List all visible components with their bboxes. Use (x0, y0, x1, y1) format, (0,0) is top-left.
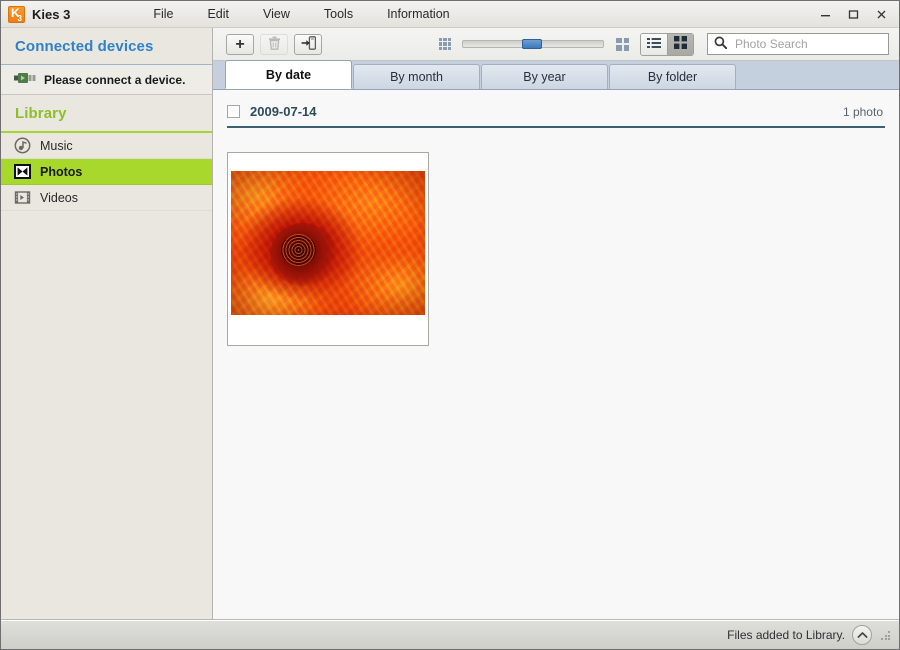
sidebar-item-label-photos: Photos (40, 164, 83, 179)
group-count-label: 1 photo (842, 104, 883, 119)
menu-item-information[interactable]: Information (370, 3, 467, 25)
tab-by-date[interactable]: By date (225, 60, 352, 89)
sidebar-item-videos[interactable]: Videos (1, 185, 212, 211)
grid-view-icon (674, 36, 687, 52)
tab-by-month[interactable]: By month (353, 64, 480, 89)
menu-item-tools[interactable]: Tools (307, 3, 370, 25)
chevron-up-icon (857, 628, 868, 642)
group-date-label: 2009-07-14 (250, 104, 317, 119)
sidebar-header-library: Library (1, 95, 212, 133)
minimize-button[interactable] (811, 4, 839, 26)
sidebar: Connected devices Please connect a devic… (1, 28, 213, 619)
photo-icon (14, 163, 31, 180)
group-select-checkbox[interactable] (227, 105, 240, 118)
grid-view-button[interactable] (667, 33, 693, 55)
main-panel: + Photo Search By date By month By year … (213, 28, 899, 619)
thumbnail-grid (227, 128, 885, 346)
sidebar-item-label-music: Music (40, 138, 73, 153)
photo-thumbnail-item[interactable] (227, 152, 429, 346)
kies-app-icon: K 3 (8, 5, 25, 23)
resize-grip-icon[interactable] (880, 629, 891, 641)
trash-icon (268, 36, 281, 53)
window-body: Connected devices Please connect a devic… (1, 28, 899, 620)
music-note-icon (14, 137, 31, 154)
status-bar: Files added to Library. (1, 620, 899, 649)
search-box[interactable] (707, 33, 889, 55)
menu-item-edit[interactable]: Edit (190, 3, 246, 25)
window-title: Kies 3 (32, 6, 71, 22)
list-view-button[interactable] (641, 33, 667, 55)
close-button[interactable] (867, 4, 895, 26)
thumbnail-size-slider-handle[interactable] (521, 39, 542, 49)
list-view-icon (647, 37, 661, 52)
large-grid-icon[interactable] (616, 37, 629, 51)
status-message: Files added to Library. (727, 628, 845, 642)
add-button[interactable]: + (226, 33, 254, 55)
sidebar-connect-device-row[interactable]: Please connect a device. (1, 65, 212, 95)
search-icon (714, 36, 728, 52)
delete-button[interactable] (260, 33, 288, 55)
sidebar-header-connected-devices: Connected devices (1, 28, 212, 65)
plus-icon: + (235, 35, 245, 53)
sidebar-item-photos[interactable]: Photos (1, 159, 212, 185)
status-expand-button[interactable] (852, 625, 872, 645)
export-to-device-icon (301, 35, 316, 53)
toolbar: + (213, 28, 899, 61)
menu-item-file[interactable]: File (136, 3, 190, 25)
photo-group-header: 2009-07-14 1 photo (227, 90, 885, 128)
maximize-button[interactable] (839, 4, 867, 26)
kies-window: K 3 Kies 3 File Edit View Tools Informat… (0, 0, 900, 650)
tab-by-year[interactable]: By year (481, 64, 608, 89)
menu-item-view[interactable]: View (246, 3, 307, 25)
photo-list: 2009-07-14 1 photo (213, 90, 899, 619)
export-to-device-button[interactable] (294, 33, 322, 55)
search-input[interactable] (733, 36, 882, 52)
film-strip-icon (14, 189, 31, 206)
app-icon-sub: 3 (17, 13, 22, 23)
sidebar-connect-device-label: Please connect a device. (44, 72, 186, 87)
menu-bar: File Edit View Tools Information (136, 1, 466, 27)
photo-image-flower (231, 171, 425, 315)
window-controls (811, 1, 895, 28)
tab-by-folder[interactable]: By folder (609, 64, 736, 89)
sidebar-item-label-videos: Videos (40, 190, 78, 205)
grouping-tabs: By date By month By year By folder (213, 60, 899, 90)
view-mode-toggle (640, 32, 694, 56)
thumbnail-size-slider[interactable] (462, 39, 604, 49)
sidebar-item-music[interactable]: Music (1, 133, 212, 159)
usb-connector-icon (14, 72, 36, 87)
small-grid-icon[interactable] (439, 38, 451, 50)
title-bar: K 3 Kies 3 File Edit View Tools Informat… (1, 1, 899, 28)
